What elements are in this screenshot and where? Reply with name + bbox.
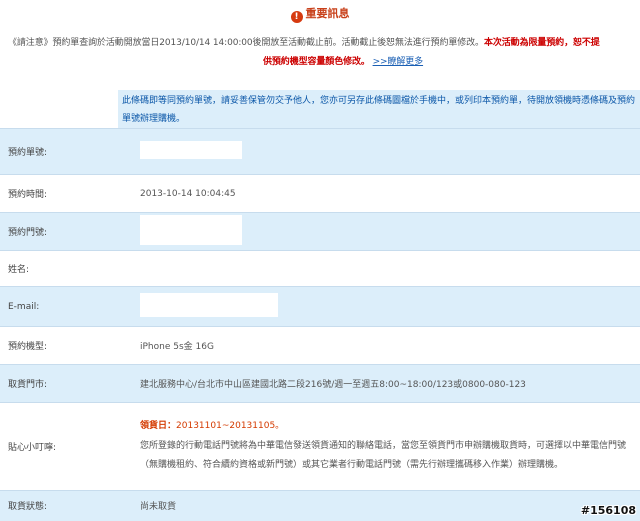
exclamation-icon: ! <box>290 11 303 23</box>
email-value <box>140 293 278 317</box>
notice-red-2: 供預約機型容量顏色修改。 <box>263 57 370 67</box>
name-label: 姓名: <box>0 250 126 287</box>
model-label: 預約機型: <box>0 326 126 365</box>
pickup-date-value: 20131101~20131105。 <box>176 421 285 431</box>
notice-red-1: 本次活動為限量預約，恕不提 <box>483 38 600 48</box>
phone-label: 預約門號: <box>0 212 126 251</box>
tip-text: 您所登錄的行動電話門號將為中華電信發送領貨通知的聯絡電話，當您至領貨門市申辦購機… <box>140 441 627 470</box>
email-label: E-mail: <box>0 286 126 327</box>
notice-title: 重要訊息 <box>305 7 350 20</box>
reserve-time-label: 預約時間: <box>0 174 126 213</box>
pickup-date-label: 領貨日： <box>140 421 177 431</box>
row-order-number: 預約單號: <box>0 128 640 175</box>
order-number-label: 預約單號: <box>0 128 126 175</box>
barcode-note: 此條碼即等同預約單號，請妥善保管勿交予他人，您亦可另存此條碼圖檔於手機中，或列印… <box>118 90 640 130</box>
row-model: 預約機型: iPhone 5s金 16G <box>0 326 640 365</box>
learn-more-link[interactable]: >>瞭解更多 <box>373 57 424 67</box>
watermark: #156108 <box>580 504 636 517</box>
store-label: 取貨門市: <box>0 364 126 403</box>
row-store: 取貨門市: 建北服務中心/台北市中山區建國北路二段216號/週一至週五8:00~… <box>0 364 640 403</box>
status-value: 尚未取貨 <box>126 490 640 521</box>
row-reserve-time: 預約時間: 2013-10-14 10:04:45 <box>0 174 640 213</box>
tip-label: 貼心小叮嚀: <box>0 402 126 491</box>
notice-line1: 《請注意》預約單查詢於活動開放當日2013/10/14 14:00:00後開放至… <box>8 38 484 48</box>
model-value: iPhone 5s金 16G <box>126 326 640 365</box>
row-status: 取貨狀態: 尚未取貨 <box>0 490 640 521</box>
row-email: E-mail: <box>0 286 640 327</box>
barcode-image <box>0 66 116 114</box>
phone-value <box>140 215 242 245</box>
name-value <box>126 250 640 287</box>
reserve-time-value: 2013-10-14 10:04:45 <box>126 174 640 213</box>
row-name: 姓名: <box>0 250 640 287</box>
order-number-value <box>140 141 242 159</box>
row-phone: 預約門號: <box>0 212 640 251</box>
notice-header: ! 重要訊息 <box>0 6 640 23</box>
reservation-table: 預約單號: 預約時間: 2013-10-14 10:04:45 預約門號: 姓名… <box>0 128 640 521</box>
status-label: 取貨狀態: <box>0 490 126 521</box>
row-tip: 貼心小叮嚀: 領貨日：20131101~20131105。 您所登錄的行動電話門… <box>0 402 640 491</box>
store-value: 建北服務中心/台北市中山區建國北路二段216號/週一至週五8:00~18:00/… <box>126 364 640 403</box>
